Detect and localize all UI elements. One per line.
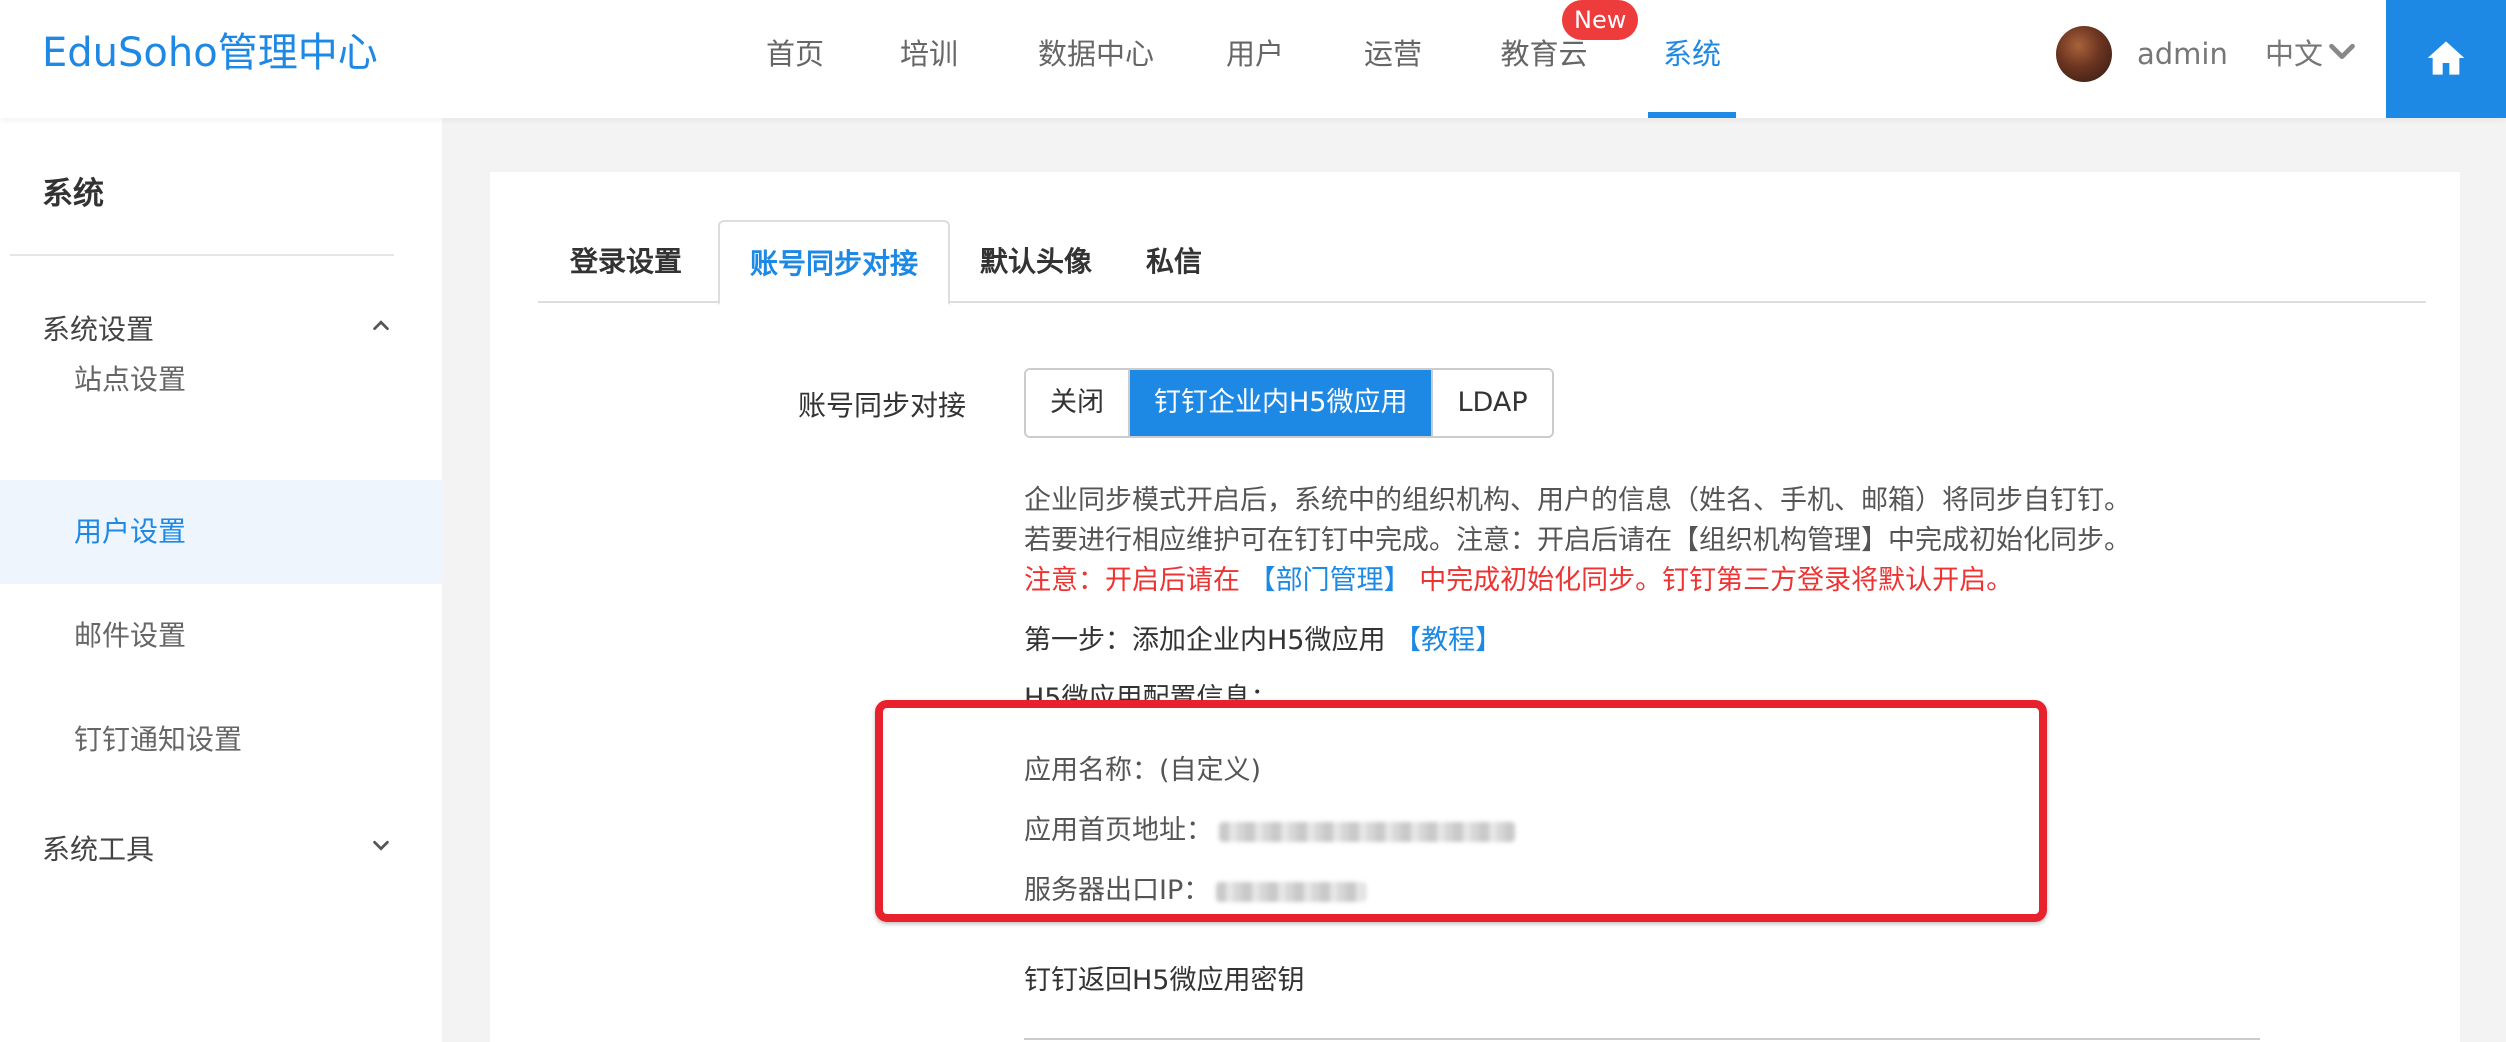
sync-warning: 注意：开启后请在 【部门管理】 中完成初始化同步。钉钉第三方登录将默认开启。 — [1024, 558, 2013, 597]
sidebar-item-mail-settings[interactable]: 邮件设置 — [0, 584, 442, 688]
nav-item-system-label: 系统 — [1662, 37, 1721, 71]
sync-description-line2: 若要进行相应维护可在钉钉中完成。注意：开启后请在【组织机构管理】中完成初始化同步… — [1024, 525, 2131, 556]
option-dingtalk-h5-button[interactable]: 钉钉企业内H5微应用 — [1130, 370, 1434, 436]
tab-default-avatar[interactable]: 默认头像 — [956, 220, 1116, 304]
sidebar-item-user-settings[interactable]: 用户设置 — [0, 480, 442, 584]
nav-item-system[interactable]: 系统 — [1648, 0, 1736, 118]
language-selector[interactable]: 中文 — [2265, 0, 2323, 108]
home-icon — [2427, 41, 2465, 75]
step-one: 第一步：添加企业内H5微应用 【教程】 — [1024, 618, 1502, 657]
nav-item-users[interactable]: 用户 — [1220, 0, 1290, 118]
option-off-button[interactable]: 关闭 — [1026, 370, 1130, 436]
home-button[interactable] — [2386, 0, 2506, 118]
nav-item-home[interactable]: 首页 — [760, 0, 830, 118]
nav-item-operations[interactable]: 运营 — [1358, 0, 1428, 118]
secret-input-border[interactable] — [1024, 1038, 2260, 1040]
sidebar-item-dingtalk-notify[interactable]: 钉钉通知设置 — [0, 688, 442, 792]
secret-label: 钉钉返回H5微应用密钥 — [1024, 965, 1305, 996]
sync-mode-selector: 关闭 钉钉企业内H5微应用 LDAP — [1024, 368, 1554, 438]
sidebar-title: 系统 — [42, 176, 104, 212]
sidebar-group-system-tools[interactable]: 系统工具 — [42, 828, 154, 868]
sidebar-item-site-settings[interactable]: 站点设置 — [0, 328, 442, 432]
tab-account-sync[interactable]: 账号同步对接 — [718, 220, 950, 305]
option-ldap-button[interactable]: LDAP — [1433, 370, 1552, 436]
avatar[interactable] — [2056, 26, 2112, 82]
tab-login-settings[interactable]: 登录设置 — [538, 220, 714, 304]
new-badge: New — [1562, 0, 1639, 40]
warning-suffix: 中完成初始化同步。钉钉第三方登录将默认开启。 — [1419, 565, 2014, 596]
settings-tabs: 登录设置 账号同步对接 默认头像 私信 — [538, 220, 2426, 305]
nav-item-training[interactable]: 培训 — [894, 0, 964, 118]
brand-logo[interactable]: EduSoho管理中心 — [42, 28, 378, 78]
config-heading: H5微应用配置信息： — [1024, 683, 1278, 702]
sidebar: 系统 系统设置 站点设置 用户设置 邮件设置 钉钉通知设置 系统工具 — [0, 118, 442, 1042]
warning-prefix: 注意：开启后请在 — [1024, 565, 1240, 596]
highlight-annotation-box — [875, 700, 2047, 922]
nav-item-data-center[interactable]: 数据中心 — [1034, 0, 1158, 118]
tutorial-link[interactable]: 【教程】 — [1394, 625, 1502, 656]
username[interactable]: admin — [2137, 0, 2228, 108]
top-header: EduSoho管理中心 首页 培训 数据中心 用户 运营 教育云 系统 New … — [0, 0, 2506, 118]
chevron-down-icon[interactable] — [370, 834, 392, 856]
department-management-link[interactable]: 【部门管理】 — [1249, 565, 1411, 596]
step-one-text: 第一步：添加企业内H5微应用 — [1024, 625, 1386, 656]
chevron-down-icon[interactable] — [2328, 38, 2356, 66]
sync-description-line1: 企业同步模式开启后，系统中的组织机构、用户的信息（姓名、手机、邮箱）将同步自钉钉… — [1024, 485, 2131, 516]
sidebar-divider — [10, 254, 394, 256]
sync-field-label: 账号同步对接 — [797, 389, 966, 422]
tab-private-message[interactable]: 私信 — [1124, 220, 1224, 304]
active-nav-underline — [1648, 112, 1736, 118]
